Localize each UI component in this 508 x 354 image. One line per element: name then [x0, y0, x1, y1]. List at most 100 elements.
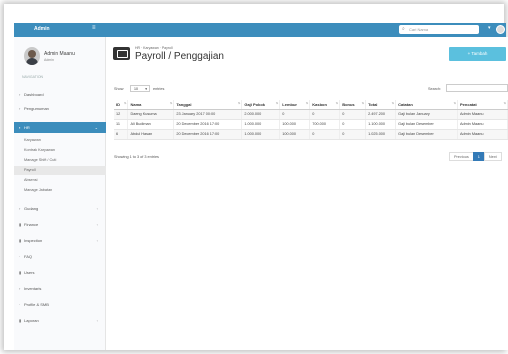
- sidebar-subitem-manage-jabatan[interactable]: Manage Jabatan: [14, 186, 106, 195]
- user-menu-caret-icon[interactable]: ▾: [488, 25, 491, 31]
- check-icon: ▮: [19, 238, 22, 243]
- column-header-id[interactable]: ID ⇅: [114, 100, 129, 110]
- search-icon: ⌕: [402, 26, 405, 32]
- avatar[interactable]: [496, 25, 505, 34]
- sidebar-item-laporan[interactable]: ▮ Laporan ‹: [14, 315, 106, 326]
- chevron-down-icon: ⌄: [94, 125, 98, 130]
- sidebar-item-gudang[interactable]: › Gudang ‹: [14, 203, 106, 214]
- cell-catatan: Gaji bulan January: [395, 109, 459, 120]
- sidebar-subitem-manage-shift[interactable]: Manage Shift / Cuti: [14, 156, 106, 165]
- top-search-input[interactable]: ⌕ Cari Nama: [399, 25, 479, 34]
- sort-icon: ⇅: [361, 101, 365, 105]
- cell-gaji-pokok: 1.000.000: [241, 119, 281, 130]
- column-header-label: ID: [116, 101, 120, 107]
- column-header-nama[interactable]: Nama ⇅: [127, 100, 175, 110]
- select-caret-icon: ▾: [145, 87, 147, 91]
- column-header-bonus[interactable]: Bonus ⇅: [339, 100, 367, 110]
- sidebar-item-label: Gudang: [24, 206, 39, 211]
- main-content: HR · Karyawan · Payroll Payroll / Pengga…: [106, 37, 508, 350]
- sidebar-item-users[interactable]: ▮ Users: [14, 267, 106, 278]
- cell-catatan: Gaji bulan Desember: [395, 119, 459, 130]
- brand-logo[interactable]: Admin: [34, 26, 50, 32]
- sidebar-item-label: Inspection: [24, 238, 43, 243]
- add-payroll-button[interactable]: + Tambah: [449, 47, 506, 61]
- column-header-gaji-pokok[interactable]: Gaji Pokok ⇅: [241, 100, 281, 110]
- user-role: Admin: [44, 58, 54, 62]
- table-row[interactable]: 6 Abdul Hasan 20 December 2016 17:00 1.0…: [114, 129, 508, 140]
- nav-header: NAVIGATION: [22, 75, 44, 79]
- sidebar-item-faq[interactable]: · FAQ: [14, 251, 106, 262]
- sort-icon: ⇅: [305, 101, 309, 105]
- sidebar-item-label: HR: [24, 125, 30, 130]
- chevron-left-icon: ‹: [96, 238, 98, 243]
- sidebar-item-inspection[interactable]: ▮ Inspection ‹: [14, 235, 106, 246]
- cell-tanggal: 20 December 2016 17:00: [173, 119, 243, 130]
- cell-pencatat: Admin Maanu: [457, 109, 508, 120]
- column-header-tanggal[interactable]: Tanggal ⇅: [173, 100, 243, 110]
- sort-icon: ⇅: [391, 101, 395, 105]
- cell-gaji-pokok: 2.000.000: [241, 109, 281, 120]
- table-search-label: Search:: [428, 87, 442, 91]
- user-photo: [24, 47, 40, 65]
- dashboard-icon: ›: [19, 92, 21, 97]
- bullhorn-icon: ›: [19, 106, 21, 111]
- previous-page-button[interactable]: Previous: [449, 152, 474, 161]
- table-row[interactable]: 12 Daeng Kusuma 23 January 2017 00:00 2.…: [114, 109, 508, 120]
- sidebar-item-inventaris[interactable]: › Inventaris: [14, 283, 106, 294]
- chevron-left-icon: ‹: [96, 318, 98, 323]
- sidebar-subitem-karyawan[interactable]: Karyawan: [14, 136, 106, 145]
- top-search-placeholder: Cari Nama: [409, 27, 429, 32]
- cell-catatan: Gaji bulan Desember: [395, 129, 459, 140]
- table-row[interactable]: 11 Ali Budiman 20 December 2016 17:00 1.…: [114, 119, 508, 130]
- column-header-catatan[interactable]: Catatan ⇅: [395, 100, 459, 110]
- cell-id: 11: [114, 119, 129, 130]
- page-title: Payroll / Penggajian: [135, 51, 224, 62]
- cell-bonus: 0: [339, 109, 367, 120]
- cell-kasbon: 700.000: [309, 119, 341, 130]
- sidebar-item-finance[interactable]: ▮ Finance ‹: [14, 219, 106, 230]
- user-panel: Admin Maanu Admin: [14, 41, 106, 67]
- question-icon: ·: [19, 254, 21, 259]
- sidebar-item-hr[interactable]: ▪ HR ⌄: [14, 122, 106, 133]
- column-header-pencatat[interactable]: Pencatat ⇅: [457, 100, 508, 110]
- sidebar: Admin Maanu Admin NAVIGATION › Dashboard…: [14, 37, 106, 350]
- column-header-total[interactable]: Total ⇅: [365, 100, 397, 110]
- sidebar-item-pengumuman[interactable]: › Pengumuman: [14, 103, 106, 114]
- sidebar-subitem-payroll[interactable]: Payroll: [14, 166, 106, 175]
- payroll-table: ID ⇅ Nama ⇅ Tanggal ⇅ Gaji Pokok ⇅ Lembur ⇅ K…: [114, 100, 508, 140]
- user-icon: ▮: [19, 270, 22, 275]
- cell-nama: Daeng Kusuma: [127, 109, 175, 120]
- column-header-kasbon[interactable]: Kasbon ⇅: [309, 100, 341, 110]
- building-icon: ·: [19, 302, 21, 307]
- bars-icon[interactable]: ≡: [92, 25, 96, 31]
- sidebar-item-dashboard[interactable]: › Dashboard: [14, 89, 106, 100]
- sidebar-item-profile-smb[interactable]: · Profile & SMB: [14, 299, 106, 310]
- show-label: Show: [114, 87, 124, 91]
- sort-icon: ⇅: [275, 101, 279, 105]
- sort-icon: ⇅: [503, 101, 506, 105]
- user-name: Admin Maanu: [44, 51, 75, 57]
- sort-icon: ⇅: [169, 101, 173, 105]
- sidebar-subitem-absensi[interactable]: Absensi: [14, 176, 106, 185]
- sidebar-subitem-kontrak-karyawan[interactable]: Kontrak Karyawan: [14, 146, 106, 155]
- column-header-lembur[interactable]: Lembur ⇅: [279, 100, 311, 110]
- column-header-label: Gaji Pokok: [244, 101, 266, 107]
- cell-total: 2.497.200: [365, 109, 397, 120]
- breadcrumb[interactable]: HR · Karyawan · Payroll: [135, 46, 173, 50]
- table-info: Showing 1 to 3 of 3 entries: [114, 155, 159, 159]
- sort-icon: ⇅: [123, 101, 127, 105]
- cube-icon: ›: [19, 206, 21, 211]
- table-search-input[interactable]: [446, 84, 508, 92]
- cell-bonus: 0: [339, 119, 367, 130]
- sidebar-item-label: Profile & SMB: [24, 302, 49, 307]
- column-header-label: Total: [368, 101, 378, 107]
- cell-tanggal: 20 December 2016 17:00: [173, 129, 243, 140]
- top-navbar: Admin ≡ ⌕ Cari Nama ▾: [14, 23, 506, 37]
- table-header-row: ID ⇅ Nama ⇅ Tanggal ⇅ Gaji Pokok ⇅ Lembur ⇅ K…: [114, 100, 508, 110]
- next-page-button[interactable]: Next: [483, 152, 502, 161]
- column-header-label: Catatan: [398, 101, 413, 107]
- entries-per-page-select[interactable]: 10 ▾: [130, 85, 150, 92]
- cell-id: 6: [114, 129, 129, 140]
- column-header-label: Pencatat: [460, 101, 477, 107]
- sidebar-item-label: Dashboard: [24, 92, 44, 97]
